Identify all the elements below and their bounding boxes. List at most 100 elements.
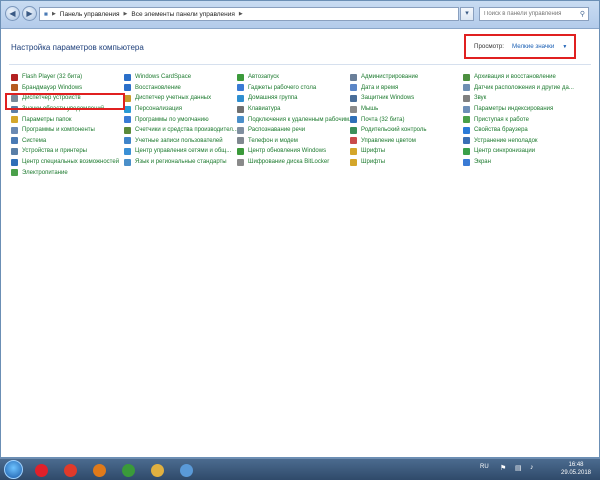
language-indicator[interactable]: RU	[480, 464, 489, 470]
control-panel-item[interactable]: Центр управления сетями и общ...	[124, 146, 237, 157]
control-panel-item[interactable]: Персонализация	[124, 104, 237, 115]
item-label: Защитник Windows	[361, 95, 415, 102]
control-panel-item[interactable]: Учетные записи пользователей	[124, 136, 237, 147]
taskbar-firefox-icon[interactable]	[88, 461, 110, 479]
back-button[interactable]: ◀	[5, 6, 20, 21]
item-label: Клавиатура	[248, 106, 281, 113]
item-icon	[124, 73, 131, 81]
item-label: Windows CardSpace	[135, 74, 192, 81]
item-label: Язык и региональные стандарты	[135, 159, 227, 166]
item-label: Управление цветом	[361, 137, 416, 144]
forward-button[interactable]: ▶	[22, 6, 37, 21]
control-panel-item[interactable]: Электропитание	[11, 167, 124, 178]
view-value[interactable]: Мелкие значки	[512, 43, 554, 50]
item-icon	[237, 73, 244, 81]
item-icon	[124, 94, 131, 102]
taskbar-control-panel-icon[interactable]	[175, 461, 197, 479]
breadcrumb-control-panel[interactable]: Панель управления	[60, 11, 120, 18]
control-panel-item[interactable]: Центр синхронизации	[463, 146, 576, 157]
item-icon	[124, 137, 131, 145]
item-icon	[463, 94, 470, 102]
item-label: Датчик расположения и другие да...	[474, 84, 574, 91]
item-label: Свойства браузера	[474, 127, 528, 134]
network-icon[interactable]: ▤	[515, 464, 522, 472]
control-panel-item[interactable]: Центр специальных возможностей	[11, 157, 124, 168]
control-panel-item[interactable]: Шрифты	[350, 146, 463, 157]
item-icon	[463, 158, 470, 166]
item-icon	[124, 105, 131, 113]
search-input[interactable]	[484, 11, 574, 17]
control-panel-item[interactable]: Подключения к удаленным рабочим...	[237, 114, 350, 125]
control-panel-item[interactable]: Родительский контроль	[350, 125, 463, 136]
highlight-box	[5, 93, 125, 110]
control-panel-item[interactable]: Администрирование	[350, 72, 463, 83]
item-label: Гаджеты рабочего стола	[248, 84, 317, 91]
control-panel-item[interactable]: Управление цветом	[350, 136, 463, 147]
item-icon	[350, 105, 357, 113]
control-panel-item[interactable]: Шрифты	[350, 157, 463, 168]
control-panel-item[interactable]: Почта (32 бита)	[350, 114, 463, 125]
item-icon	[350, 126, 357, 134]
control-panel-item[interactable]: Архивация и восстановление	[463, 72, 576, 83]
flag-icon[interactable]: ⚑	[500, 464, 506, 472]
item-label: Телефон и модем	[248, 137, 298, 144]
control-panel-item[interactable]: Звук	[463, 93, 576, 104]
item-icon	[11, 116, 18, 124]
item-icon	[463, 73, 470, 81]
control-panel-item[interactable]: Язык и региональные стандарты	[124, 157, 237, 168]
item-label: Программы по умолчанию	[135, 116, 209, 123]
control-panel-item[interactable]: Параметры папок	[11, 114, 124, 125]
control-panel-item[interactable]: Параметры индексирования	[463, 104, 576, 115]
item-label: Электропитание	[22, 169, 68, 176]
address-dropdown-button[interactable]: ▾	[460, 7, 474, 21]
search-box[interactable]: ⚲	[479, 7, 589, 21]
chevron-right-icon: ▶	[238, 11, 243, 17]
taskbar-yandex-icon[interactable]	[59, 461, 81, 479]
control-panel-item[interactable]: Восстановление	[124, 83, 237, 94]
taskbar-explorer-icon[interactable]	[146, 461, 168, 479]
control-panel-item[interactable]: Автозапуск	[237, 72, 350, 83]
address-bar[interactable]: ■ ▶ Панель управления ▶ Все элементы пан…	[39, 7, 459, 21]
control-panel-item[interactable]: Программы и компоненты	[11, 125, 124, 136]
item-icon	[463, 126, 470, 134]
item-icon	[463, 84, 470, 92]
control-panel-item[interactable]: Брандмауэр Windows	[11, 83, 124, 94]
item-icon	[11, 126, 18, 134]
control-panel-item[interactable]: Диспетчер учетных данных	[124, 93, 237, 104]
title-bar: ◀ ▶ ■ ▶ Панель управления ▶ Все элементы…	[1, 1, 599, 29]
taskbar-opera-icon[interactable]	[30, 461, 52, 479]
control-panel-item[interactable]: Мышь	[350, 104, 463, 115]
control-panel-item[interactable]: Телефон и модем	[237, 136, 350, 147]
explorer-icon	[150, 463, 164, 477]
item-icon	[237, 137, 244, 145]
start-button[interactable]	[4, 460, 23, 479]
control-panel-item[interactable]: Windows CardSpace	[124, 72, 237, 83]
clock[interactable]: 16:48 29.05.2018	[556, 461, 596, 477]
control-panel-item[interactable]: Приступая к работе	[463, 114, 576, 125]
breadcrumb-all-items[interactable]: Все элементы панели управления	[131, 11, 235, 18]
control-panel-item[interactable]: Свойства браузера	[463, 125, 576, 136]
opera-icon	[34, 463, 48, 477]
control-panel-item[interactable]: Экран	[463, 157, 576, 168]
control-panel-item[interactable]: Гаджеты рабочего стола	[237, 83, 350, 94]
control-panel-item[interactable]: Счетчики и средства производител...	[124, 125, 237, 136]
control-panel-item[interactable]: Программы по умолчанию	[124, 114, 237, 125]
control-panel-item[interactable]: Устранение неполадок	[463, 136, 576, 147]
control-panel-item[interactable]: Клавиатура	[237, 104, 350, 115]
view-selector[interactable]: Просмотр: Мелкие значки ▼	[464, 34, 576, 59]
control-panel-item[interactable]: Распознавание речи	[237, 125, 350, 136]
clock-date: 29.05.2018	[560, 470, 592, 476]
volume-icon[interactable]: ♪	[530, 464, 534, 471]
control-panel-item[interactable]: Система	[11, 136, 124, 147]
control-panel-item[interactable]: Домашняя группа	[237, 93, 350, 104]
control-panel-item[interactable]: Шифрование диска BitLocker	[237, 157, 350, 168]
item-icon	[463, 147, 470, 155]
control-panel-item[interactable]: Дата и время	[350, 83, 463, 94]
control-panel-item[interactable]: Центр обновления Windows	[237, 146, 350, 157]
item-icon	[124, 126, 131, 134]
control-panel-item[interactable]: Flash Player (32 бита)	[11, 72, 124, 83]
control-panel-item[interactable]: Защитник Windows	[350, 93, 463, 104]
taskbar-chrome-icon[interactable]	[117, 461, 139, 479]
control-panel-item[interactable]: Устройства и принтеры	[11, 146, 124, 157]
control-panel-item[interactable]: Датчик расположения и другие да...	[463, 83, 576, 94]
